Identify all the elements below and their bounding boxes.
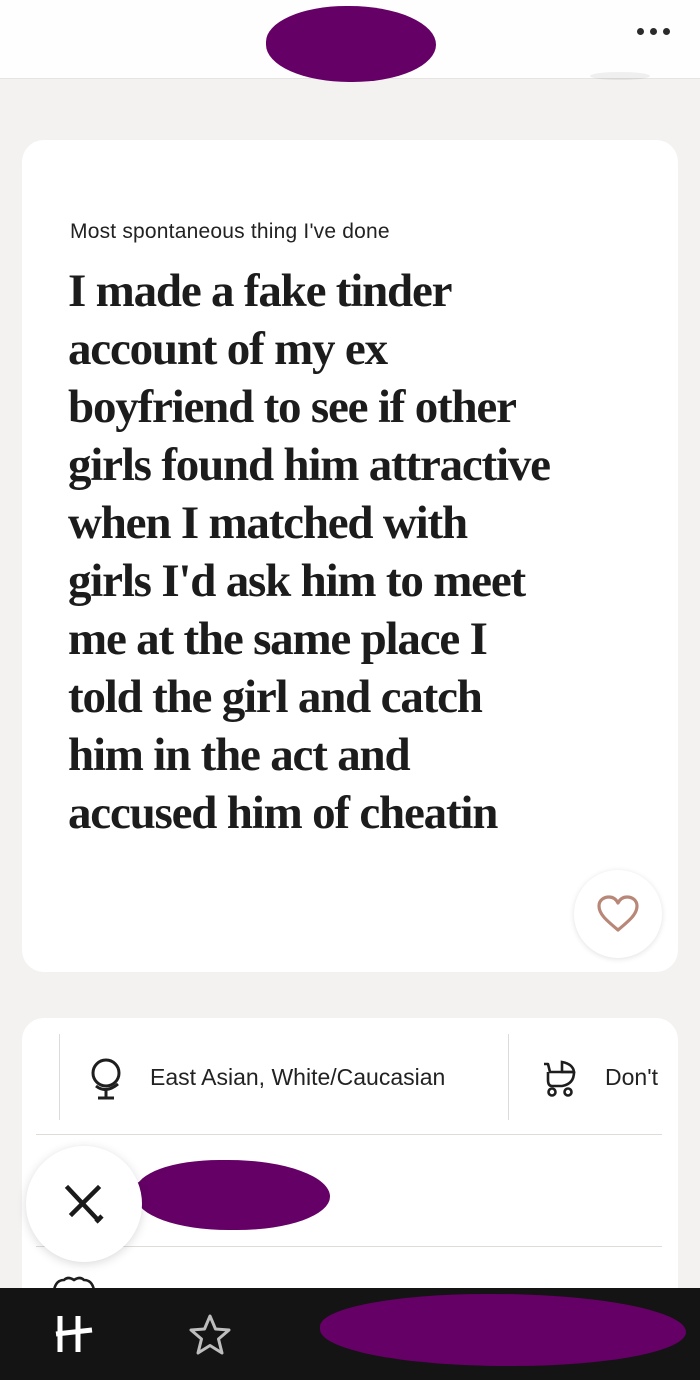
bottom-nav [0, 1288, 700, 1380]
prompt-card: Most spontaneous thing I've done I made … [22, 140, 678, 972]
top-bar [0, 0, 700, 82]
row-divider [36, 1134, 662, 1135]
row-divider [36, 1246, 662, 1247]
prompt-answer: I made a fake tinder account of my ex bo… [68, 265, 551, 839]
header-shadow [590, 72, 650, 80]
ethnicity-value: East Asian, White/Caucasian [150, 1064, 446, 1090]
redaction-name [266, 6, 436, 82]
redaction-nav [320, 1294, 686, 1366]
close-icon [64, 1184, 104, 1224]
star-icon[interactable] [186, 1312, 234, 1358]
prompt-label: Most spontaneous thing I've done [70, 220, 390, 243]
stroller-icon [544, 1060, 576, 1097]
children-value: Don't [605, 1064, 658, 1090]
redaction-row [136, 1160, 330, 1230]
heart-icon [597, 895, 639, 932]
divider [508, 1034, 509, 1120]
pass-button[interactable] [26, 1146, 142, 1262]
hinge-logo-icon[interactable] [52, 1312, 96, 1356]
more-options-icon[interactable] [637, 28, 670, 35]
divider [59, 1034, 60, 1120]
like-button[interactable] [574, 870, 662, 958]
globe-icon [91, 1058, 121, 1100]
